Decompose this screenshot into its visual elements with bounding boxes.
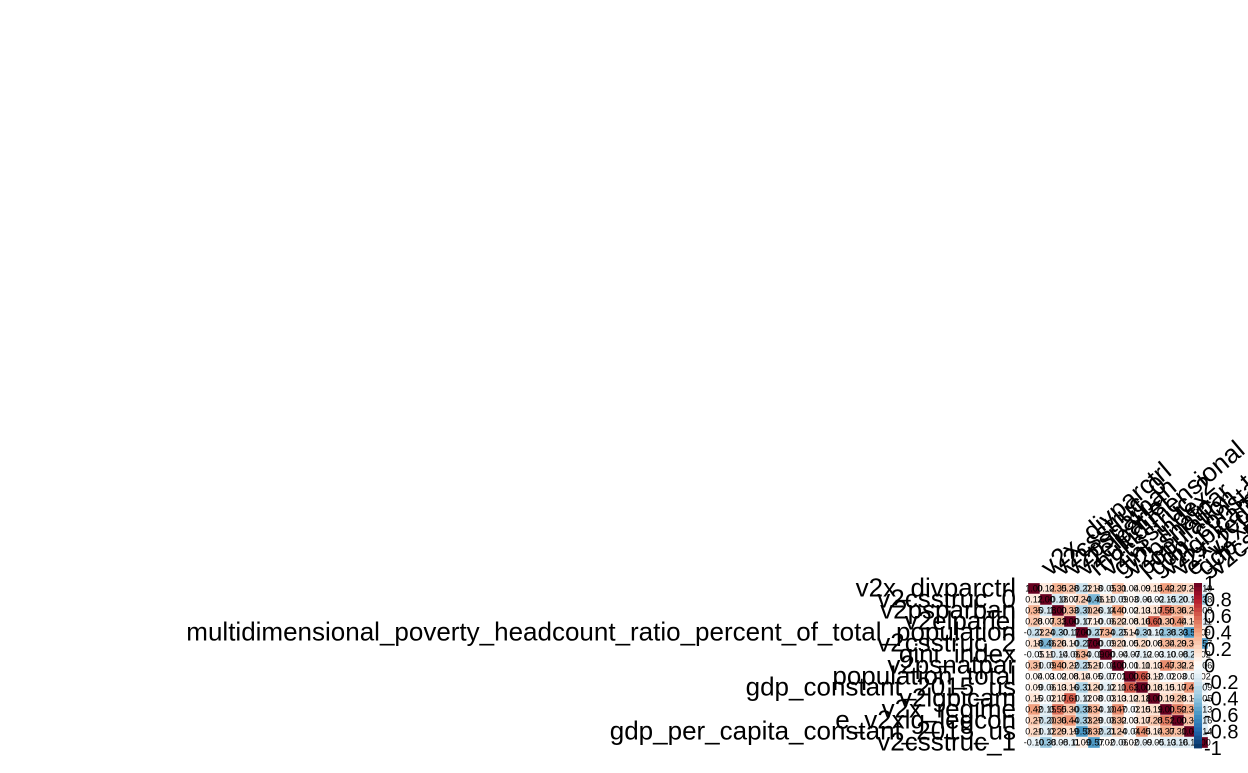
colorbar-segment (1194, 653, 1202, 658)
colorbar-segment (1194, 731, 1202, 737)
colorbar-segment (1194, 611, 1202, 617)
colorbar-segment (1194, 727, 1202, 732)
colorbar-segment (1194, 599, 1202, 605)
colorbar-segment (1194, 603, 1202, 609)
colorbar-segment (1194, 682, 1202, 687)
colorbar-segment (1194, 735, 1202, 741)
colorbar-segment (1194, 723, 1202, 728)
colorbar-segment (1194, 636, 1202, 642)
colorbar-segment (1194, 649, 1202, 654)
colorbar-segment (1194, 702, 1202, 708)
colorbar-segment (1194, 715, 1202, 720)
colorbar-segment (1194, 587, 1202, 592)
colorbar-tick-label: -1 (1204, 738, 1222, 760)
colorbar-segment (1194, 620, 1202, 625)
colorbar-segment (1194, 591, 1202, 596)
colorbar-segment (1194, 694, 1202, 699)
colorbar-segment (1194, 632, 1202, 638)
colorbar-segment (1194, 640, 1202, 646)
colorbar-segment (1194, 628, 1202, 633)
colorbar-segment (1194, 624, 1202, 629)
colorbar-segment (1194, 698, 1202, 704)
colorbar-segment (1194, 657, 1202, 662)
colorbar-segment (1194, 607, 1202, 613)
colorbar-segment (1194, 743, 1202, 749)
colorbar-segment (1194, 616, 1202, 621)
colorbar-segment (1194, 719, 1202, 724)
colorbar-segment (1194, 669, 1202, 675)
colorbar-segment (1194, 665, 1202, 671)
colorbar-segment (1194, 686, 1202, 691)
column-labels: v2x_divparctrlv2csstruc_0v2psparbanv2elp… (1035, 25, 1248, 581)
colorbar-segment (1194, 661, 1202, 666)
colorbar-segment (1194, 595, 1202, 600)
row-label: v2csstruc_1 (877, 727, 1016, 757)
colorbar-legend: 10.80.60.40.20-0.2-0.4-0.6-0.8-1 (1194, 573, 1238, 760)
colorbar-segment (1194, 583, 1202, 588)
correlation-heatmap-chart: v2x_divparctrl v2csstruc_0 v2psparban v2elp… (0, 0, 1248, 768)
colorbar-segment (1194, 739, 1202, 745)
row-labels: v2x_divparctrlv2csstruc_0v2psparbanv2elp… (186, 573, 1016, 757)
colorbar-segment (1194, 677, 1202, 683)
colorbar-segment (1194, 690, 1202, 695)
heatmap-cell-labels: 1.000.120.350.28-0.220.18-0.050.310.040.… (1024, 584, 1213, 748)
colorbar-segment (1194, 710, 1202, 716)
colorbar-segment (1194, 706, 1202, 712)
colorbar-segment (1194, 673, 1202, 679)
chart-canvas: v2x_divparctrlv2csstruc_0v2psparbanv2elp… (186, 25, 1248, 760)
colorbar-segment (1194, 644, 1202, 650)
